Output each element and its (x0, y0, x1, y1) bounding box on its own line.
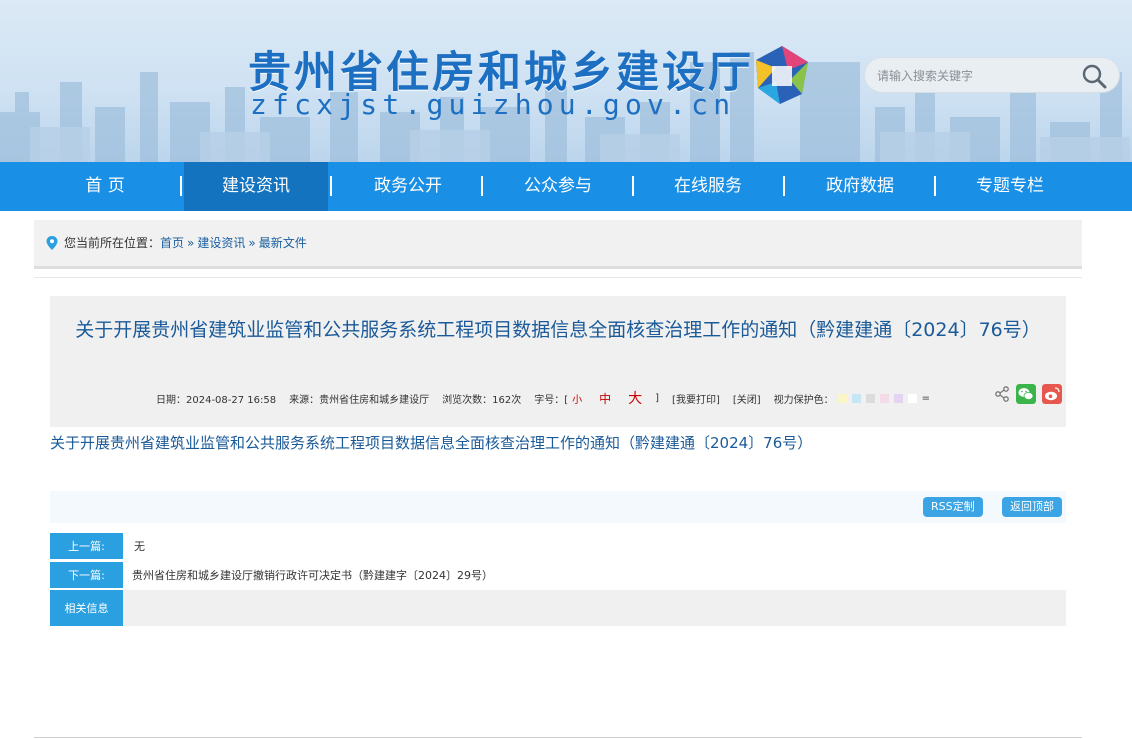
site-url: zfcxjst.guizhou.gov.cn (250, 88, 736, 121)
nav-separator (632, 176, 634, 196)
related-info-label: 相关信息 (50, 590, 123, 626)
breadcrumb-separator: » (187, 236, 195, 250)
prev-article-value: 无 (134, 540, 145, 553)
eye-care-swatch-gray[interactable] (865, 393, 875, 403)
share-icon[interactable] (994, 386, 1010, 402)
next-article-link[interactable]: 贵州省住房和城乡建设厅撤销行政许可决定书（黔建建字〔2024〕29号） (132, 562, 493, 588)
print-button[interactable]: [我要打印] (672, 391, 720, 406)
breadcrumb-latest-docs[interactable]: 最新文件 (259, 220, 307, 266)
share-area (994, 384, 1062, 404)
back-to-top-button[interactable]: 返回顶部 (1002, 497, 1062, 517)
eye-care-swatch-white[interactable] (907, 393, 917, 403)
prev-article-label: 上一篇: (50, 533, 123, 559)
eye-care-label: 视力保护色： (773, 394, 834, 406)
nav-separator (481, 176, 483, 196)
article-meta: 日期：2024-08-27 16:58 来源：贵州省住房和城乡建设厅 浏览次数：… (156, 388, 943, 408)
article-date: 日期：2024-08-27 16:58 (156, 394, 277, 406)
nav-separator (934, 176, 936, 196)
article-body-link[interactable]: 关于开展贵州省建筑业监管和公共服务系统工程项目数据信息全面核查治理工作的通知（黔… (50, 432, 1070, 454)
breadcrumb-separator: » (248, 236, 256, 250)
breadcrumb: 您当前所在位置： 首页 » 建设资讯 » 最新文件 (34, 220, 1082, 269)
nav-separator (330, 176, 332, 196)
nav-item-online-service[interactable]: 在线服务 (636, 162, 780, 211)
article-title: 关于开展贵州省建筑业监管和公共服务系统工程项目数据信息全面核查治理工作的通知（黔… (75, 319, 1041, 341)
weibo-share-icon[interactable] (1042, 384, 1062, 404)
nav-item-public[interactable]: 公众参与 (486, 162, 630, 211)
font-size-medium-button[interactable]: 中 (599, 390, 611, 407)
eye-care-swatch-blue[interactable] (851, 393, 861, 403)
eye-care-reset[interactable]: = (922, 393, 930, 404)
header-banner: 贵州省住房和城乡建设厅 zfcxjst.guizhou.gov.cn (0, 0, 1132, 162)
next-article-row: 下一篇: 贵州省住房和城乡建设厅撤销行政许可决定书（黔建建字〔2024〕29号） (50, 562, 1066, 588)
search-box (864, 57, 1120, 94)
wechat-share-icon[interactable] (1016, 384, 1036, 404)
article-views: 浏览次数：162次 (442, 394, 522, 406)
nav-item-news[interactable]: 建设资讯 (184, 162, 328, 211)
font-size-small-button[interactable]: 小 (572, 391, 582, 406)
eye-care-swatch-pink[interactable] (879, 393, 889, 403)
nav-separator (180, 176, 182, 196)
main-nav: 首 页 建设资讯 政务公开 公众参与 在线服务 政府数据 专题专栏 (0, 162, 1132, 211)
eye-care-swatch-purple[interactable] (893, 393, 903, 403)
location-pin-icon (46, 236, 58, 250)
close-button[interactable]: [关闭] (733, 391, 761, 406)
next-article-label: 下一篇: (50, 562, 123, 588)
related-info-row: 相关信息 (50, 590, 1066, 626)
breadcrumb-news[interactable]: 建设资讯 (197, 220, 245, 266)
breadcrumb-home[interactable]: 首页 (160, 220, 184, 266)
nav-item-gov-data[interactable]: 政府数据 (788, 162, 932, 211)
related-info-panel (123, 590, 1066, 626)
breadcrumb-prefix: 您当前所在位置： (64, 236, 161, 250)
footer-divider (34, 737, 1082, 738)
emblem-logo-icon (756, 46, 808, 104)
font-size-large-button[interactable]: 大 (628, 388, 642, 408)
divider (34, 277, 1082, 278)
nav-item-topics[interactable]: 专题专栏 (938, 162, 1082, 211)
nav-separator (783, 176, 785, 196)
eye-care-swatch-yellow[interactable] (837, 393, 847, 403)
search-icon[interactable] (1081, 63, 1107, 89)
search-input[interactable] (875, 58, 1069, 94)
prev-article-row: 上一篇: 无 (50, 533, 1066, 559)
rss-button[interactable]: RSS定制 (923, 497, 983, 517)
article-tools-bar: RSS定制 返回顶部 (50, 491, 1066, 523)
article-source: 来源：贵州省住房和城乡建设厅 (289, 394, 430, 406)
nav-item-home[interactable]: 首 页 (45, 162, 165, 211)
font-size-label: 字号：[ (534, 394, 569, 406)
article-header: 关于开展贵州省建筑业监管和公共服务系统工程项目数据信息全面核查治理工作的通知（黔… (50, 296, 1066, 427)
nav-item-gov-open[interactable]: 政务公开 (336, 162, 480, 211)
font-size-close-bracket: ] (655, 392, 660, 404)
